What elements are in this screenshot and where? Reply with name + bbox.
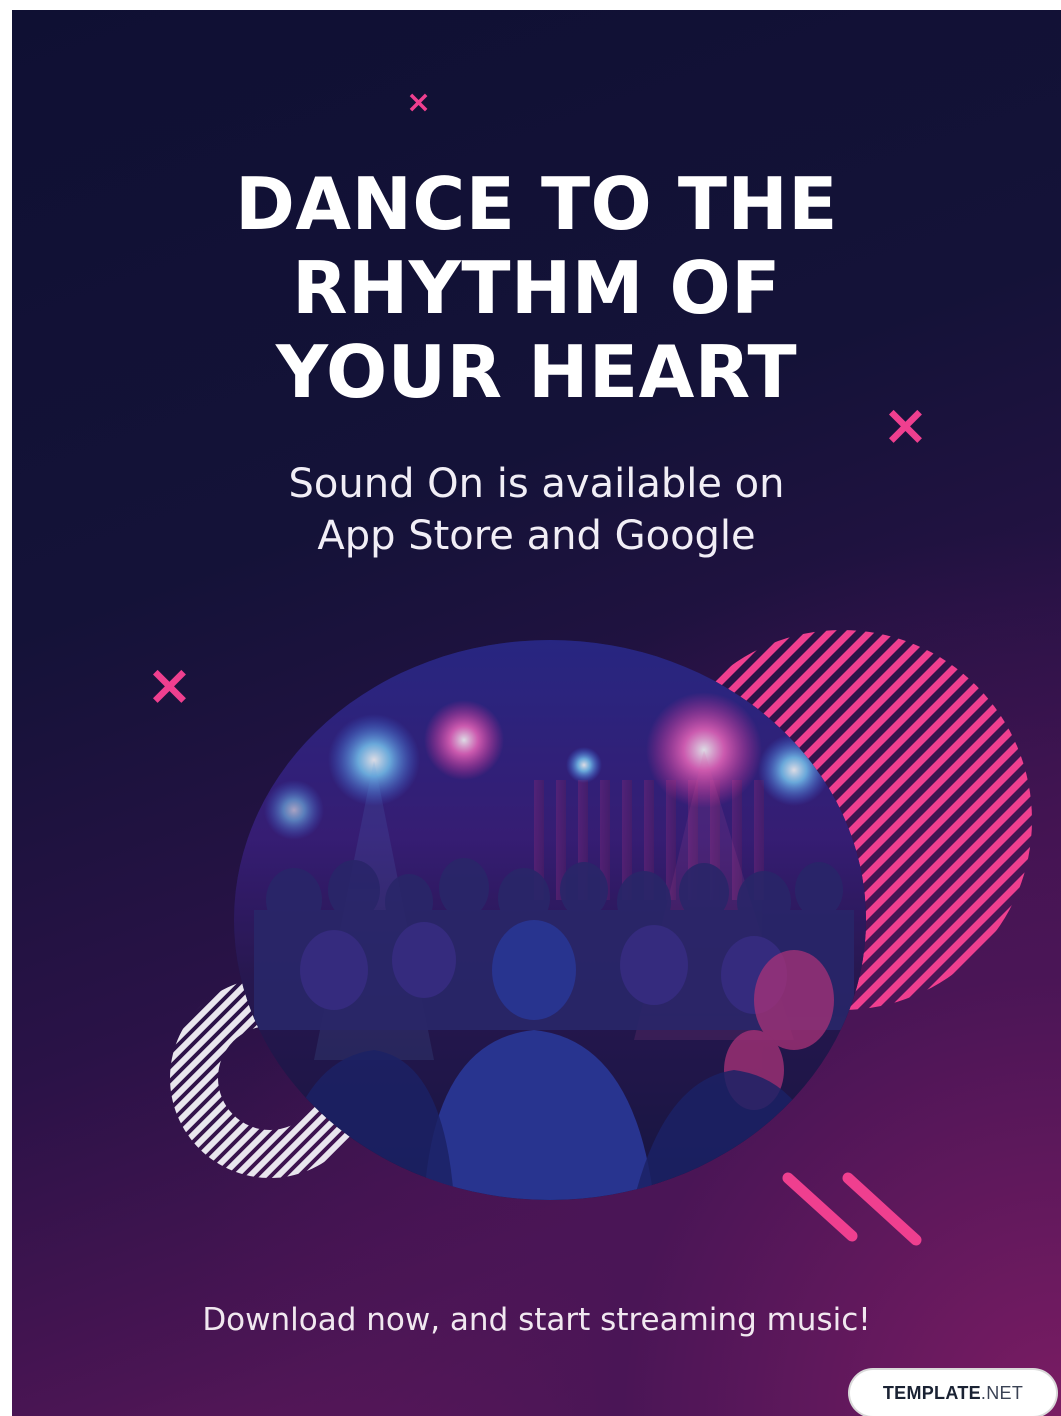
footer-cta-text: Download now, and start streaming music!: [202, 1302, 871, 1338]
subheadline: Sound On is available on App Store and G…: [12, 458, 1061, 562]
slash-marks: [782, 1172, 922, 1246]
headline-line-3: YOUR HEART: [275, 330, 798, 414]
concert-crowd-image: [234, 640, 866, 1200]
watermark-suffix: .NET: [980, 1382, 1024, 1403]
headline-line-1: DANCE TO THE: [235, 162, 838, 246]
cross-mark-small: ×: [406, 85, 432, 120]
watermark-brand: TEMPLATE: [882, 1382, 981, 1403]
poster: × × × DANCE TO THE RHYTHM OF YOUR HEART …: [12, 10, 1061, 1416]
template-net-watermark[interactable]: TEMPLATE .NET: [850, 1370, 1056, 1416]
cross-mark-left: ×: [146, 653, 193, 718]
subheadline-line-2: App Store and Google: [317, 513, 756, 559]
headline-line-2: RHYTHM OF: [292, 246, 781, 330]
headline: DANCE TO THE RHYTHM OF YOUR HEART: [12, 162, 1061, 414]
subheadline-line-1: Sound On is available on: [288, 461, 785, 507]
concert-photo: [234, 640, 866, 1200]
